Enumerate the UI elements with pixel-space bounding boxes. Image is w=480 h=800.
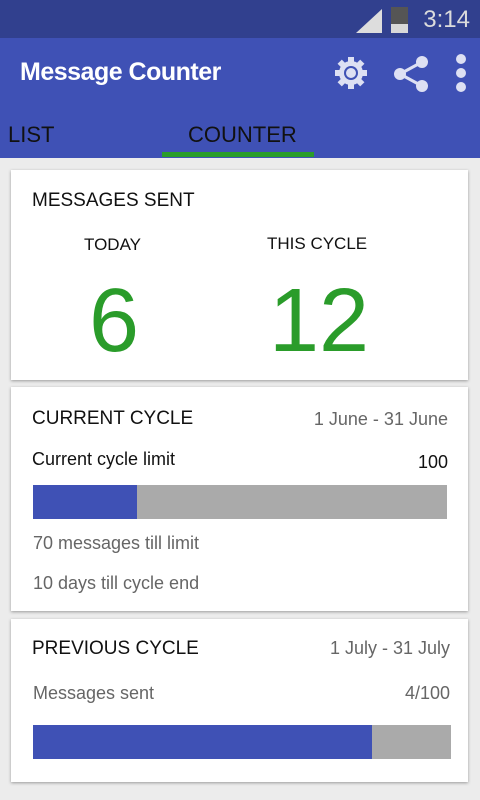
- card-title: PREVIOUS CYCLE: [32, 638, 199, 659]
- current-cycle-card: CURRENT CYCLE 1 June - 31 June Current c…: [11, 387, 468, 611]
- cycle-range: 1 July - 31 July: [329, 638, 450, 658]
- today-count: 6: [89, 271, 140, 371]
- share-icon[interactable]: [393, 56, 429, 92]
- settings-gear-icon[interactable]: [334, 56, 368, 90]
- today-label: TODAY: [84, 235, 141, 254]
- previous-cycle-card: PREVIOUS CYCLE 1 July - 31 July Messages…: [11, 619, 468, 782]
- status-bar: 3:14: [0, 0, 480, 38]
- messages-sent-label: Messages sent: [33, 683, 155, 703]
- battery-icon: [391, 7, 408, 33]
- current-progress-bar: [33, 485, 447, 519]
- progress-fill: [33, 725, 372, 759]
- this-cycle-label: THIS CYCLE: [267, 234, 368, 253]
- previous-progress-bar: [33, 725, 451, 759]
- messages-sent-value: 4/100: [404, 683, 450, 703]
- limit-label: Current cycle limit: [32, 449, 176, 469]
- card-title: CURRENT CYCLE: [32, 408, 194, 429]
- tab-indicator: [162, 152, 314, 157]
- signal-icon: [356, 9, 382, 33]
- more-vert-icon[interactable]: [453, 54, 469, 94]
- till-end-text: 10 days till cycle end: [33, 573, 200, 593]
- tab-counter[interactable]: COUNTER: [188, 122, 297, 148]
- progress-fill: [33, 485, 137, 519]
- app-bar: Message Counter LIST COUNTER: [0, 38, 480, 158]
- card-title: MESSAGES SENT: [32, 190, 195, 211]
- clock: 3:14: [423, 6, 470, 33]
- cycle-range: 1 June - 31 June: [313, 409, 448, 429]
- app-title: Message Counter: [20, 58, 221, 86]
- limit-value[interactable]: 100: [418, 452, 448, 473]
- messages-sent-card: MESSAGES SENT TODAY THIS CYCLE 6 12: [11, 170, 468, 380]
- till-limit-text: 70 messages till limit: [33, 533, 200, 553]
- tab-list[interactable]: LIST: [8, 122, 54, 148]
- cycle-count: 12: [269, 271, 370, 371]
